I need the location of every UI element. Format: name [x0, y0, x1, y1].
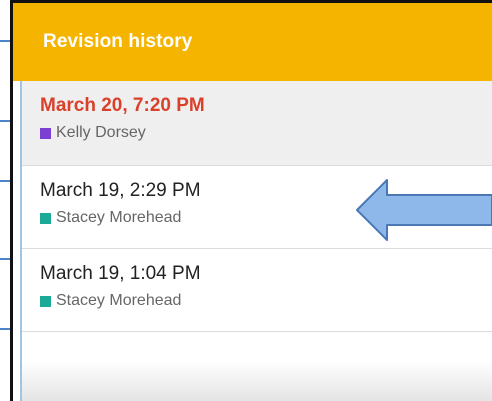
panel-title: Revision history: [43, 31, 193, 52]
revision-date: March 20, 7:20 PM: [40, 95, 205, 116]
author-color-swatch: [40, 127, 51, 139]
revision-author: Kelly Dorsey: [40, 124, 146, 142]
author-name: Kelly Dorsey: [56, 124, 146, 141]
author-color-swatch: [40, 295, 51, 307]
panel-header: Revision history: [13, 3, 492, 81]
revision-item[interactable]: March 19, 1:04 PM Stacey Morehead: [22, 249, 492, 332]
revision-item-current[interactable]: March 20, 7:20 PM Kelly Dorsey: [22, 81, 492, 166]
author-name: Stacey Morehead: [56, 209, 182, 226]
bottom-fade: [22, 361, 492, 401]
revision-date: March 19, 1:04 PM: [40, 263, 201, 284]
left-arrow-icon: [356, 179, 492, 241]
screenshot-stage: Revision history March 20, 7:20 PM Kelly…: [0, 0, 492, 401]
revision-author: Stacey Morehead: [40, 209, 181, 227]
author-name: Stacey Morehead: [56, 292, 182, 309]
revision-date: March 19, 2:29 PM: [40, 180, 201, 201]
author-color-swatch: [40, 212, 51, 224]
revision-author: Stacey Morehead: [40, 292, 181, 310]
